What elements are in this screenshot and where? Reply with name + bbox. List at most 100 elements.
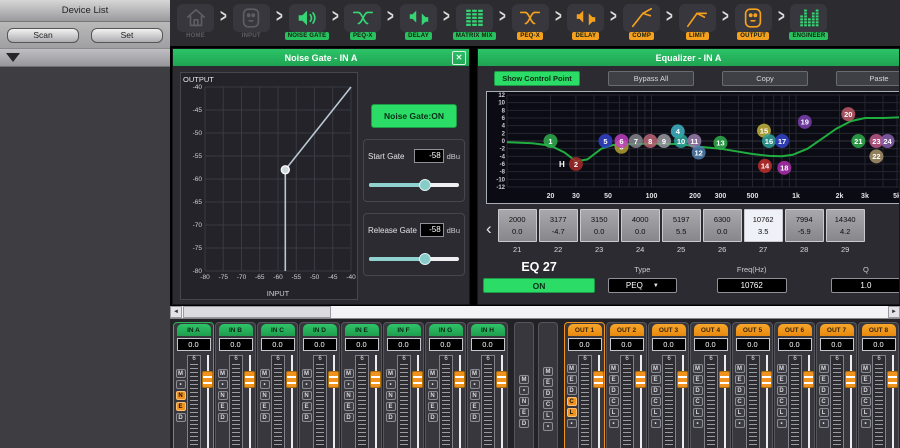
letter-button-N[interactable]: N bbox=[344, 391, 354, 400]
eq-control-point-18[interactable]: 18 bbox=[777, 161, 791, 175]
fader-handle[interactable] bbox=[593, 371, 604, 388]
letter-button-D[interactable]: D bbox=[693, 386, 703, 395]
letter-button-•[interactable]: • bbox=[819, 419, 829, 428]
eq-band-button-21[interactable]: 20000.0 bbox=[498, 209, 537, 242]
type-dropdown[interactable]: PEQ ▼ bbox=[608, 278, 676, 293]
letter-button-•[interactable]: • bbox=[735, 419, 745, 428]
eq-control-point-12[interactable]: 12 bbox=[692, 146, 706, 160]
letter-button-M[interactable]: M bbox=[386, 369, 396, 378]
horizontal-scrollbar[interactable]: ◄ ► bbox=[170, 306, 900, 319]
letter-button-C[interactable]: C bbox=[777, 397, 787, 406]
channel-gain-value[interactable]: 0.0 bbox=[177, 338, 211, 351]
eq-control-point-14[interactable]: 14 bbox=[758, 159, 772, 173]
letter-button-E[interactable]: E bbox=[302, 402, 312, 411]
close-icon[interactable]: ✕ bbox=[452, 51, 466, 65]
eq-control-point-7[interactable]: 7 bbox=[629, 134, 643, 148]
toolbar-item-delay[interactable]: DELAY bbox=[396, 4, 441, 39]
letter-button-D[interactable]: D bbox=[735, 386, 745, 395]
letter-button-M[interactable]: M bbox=[176, 369, 186, 378]
letter-button-D[interactable]: D bbox=[428, 413, 438, 422]
fader-handle[interactable] bbox=[328, 371, 339, 388]
toolbar-item-engineer[interactable]: ENGINEER bbox=[786, 4, 831, 39]
letter-button-L[interactable]: L bbox=[735, 408, 745, 417]
letter-button-C[interactable]: C bbox=[567, 397, 577, 406]
eq-band-button-26[interactable]: 63000.0 bbox=[703, 209, 742, 242]
release-gate-slider[interactable] bbox=[369, 253, 459, 265]
letter-button-D[interactable]: D bbox=[260, 413, 270, 422]
letter-button-E[interactable]: E bbox=[260, 402, 270, 411]
toolbar-item-limit[interactable]: LIMIT bbox=[675, 4, 720, 39]
letter-button-•[interactable]: • bbox=[693, 419, 703, 428]
channel-gain-value[interactable]: 0.0 bbox=[345, 338, 379, 351]
letter-button-D[interactable]: D bbox=[344, 413, 354, 422]
channel-fader[interactable] bbox=[719, 355, 731, 448]
letter-button-E[interactable]: E bbox=[519, 408, 529, 417]
letter-button-E[interactable]: E bbox=[470, 402, 480, 411]
letter-button-•[interactable]: • bbox=[567, 419, 577, 428]
fader-handle[interactable] bbox=[202, 371, 213, 388]
letter-button-•[interactable]: • bbox=[176, 380, 186, 389]
release-gate-value[interactable]: -58 bbox=[420, 223, 444, 237]
letter-button-D[interactable]: D bbox=[470, 413, 480, 422]
channel-gain-value[interactable]: 0.0 bbox=[610, 338, 644, 351]
letter-button-C[interactable]: C bbox=[819, 397, 829, 406]
letter-button-•[interactable]: • bbox=[651, 419, 661, 428]
channel-fader[interactable] bbox=[845, 355, 857, 448]
letter-button-M[interactable]: M bbox=[609, 364, 619, 373]
channel-fader[interactable] bbox=[677, 355, 689, 448]
letter-button-M[interactable]: M bbox=[777, 364, 787, 373]
fader-handle[interactable] bbox=[845, 371, 856, 388]
channel-gain-value[interactable]: 0.0 bbox=[820, 338, 854, 351]
eq-control-point-9[interactable]: 9 bbox=[657, 134, 671, 148]
channel-gain-value[interactable]: 0.0 bbox=[471, 338, 505, 351]
letter-button-D[interactable]: D bbox=[519, 419, 529, 428]
letter-button-M[interactable]: M bbox=[543, 367, 553, 376]
letter-button-N[interactable]: N bbox=[428, 391, 438, 400]
letter-button-D[interactable]: D bbox=[777, 386, 787, 395]
letter-button-M[interactable]: M bbox=[470, 369, 480, 378]
toolbar-item-comp[interactable]: COMP bbox=[619, 4, 664, 39]
device-tree-collapse[interactable] bbox=[0, 48, 170, 67]
letter-button-D[interactable]: D bbox=[567, 386, 577, 395]
channel-tab[interactable]: OUT 2 bbox=[610, 324, 644, 336]
letter-button-N[interactable]: N bbox=[386, 391, 396, 400]
toolbar-item-input[interactable]: INPUT bbox=[229, 4, 274, 39]
equalizer-graph[interactable]: 121086420-2-4-6-8-10-1220305010020030050… bbox=[486, 91, 900, 204]
letter-button-•[interactable]: • bbox=[302, 380, 312, 389]
channel-fader[interactable] bbox=[412, 355, 424, 448]
letter-button-N[interactable]: N bbox=[260, 391, 270, 400]
eq-band-button-29[interactable]: 143404.2 bbox=[826, 209, 865, 242]
letter-button-•[interactable]: • bbox=[344, 380, 354, 389]
letter-button-L[interactable]: L bbox=[861, 408, 871, 417]
channel-tab[interactable]: IN E bbox=[345, 324, 379, 336]
letter-button-C[interactable]: C bbox=[693, 397, 703, 406]
q-value-field[interactable]: 1.0 bbox=[831, 278, 900, 293]
channel-fader[interactable] bbox=[803, 355, 815, 448]
letter-button-C[interactable]: C bbox=[543, 400, 553, 409]
letter-button-N[interactable]: N bbox=[218, 391, 228, 400]
letter-button-E[interactable]: E bbox=[861, 375, 871, 384]
channel-fader[interactable] bbox=[244, 355, 256, 448]
letter-button-M[interactable]: M bbox=[519, 375, 529, 384]
channel-tab[interactable]: IN F bbox=[387, 324, 421, 336]
fader-handle[interactable] bbox=[803, 371, 814, 388]
letter-button-D[interactable]: D bbox=[218, 413, 228, 422]
letter-button-L[interactable]: L bbox=[777, 408, 787, 417]
letter-button-M[interactable]: M bbox=[735, 364, 745, 373]
channel-gain-value[interactable]: 0.0 bbox=[261, 338, 295, 351]
eq-band-button-28[interactable]: 7994-5.9 bbox=[785, 209, 824, 242]
letter-button-M[interactable]: M bbox=[344, 369, 354, 378]
letter-button-•[interactable]: • bbox=[428, 380, 438, 389]
letter-button-M[interactable]: M bbox=[218, 369, 228, 378]
slider-thumb[interactable] bbox=[419, 253, 431, 265]
letter-button-M[interactable]: M bbox=[819, 364, 829, 373]
letter-button-E[interactable]: E bbox=[218, 402, 228, 411]
channel-fader[interactable] bbox=[286, 355, 298, 448]
eq-control-point-13[interactable]: 13 bbox=[713, 136, 727, 150]
bands-scroll-left-icon[interactable]: ‹ bbox=[486, 219, 492, 239]
channel-tab[interactable]: IN G bbox=[429, 324, 463, 336]
channel-gain-value[interactable]: 0.0 bbox=[862, 338, 896, 351]
toolbar-item-peq-x[interactable]: PEQ-X bbox=[508, 4, 553, 39]
set-button[interactable]: Set bbox=[91, 28, 163, 43]
fader-handle[interactable] bbox=[761, 371, 772, 388]
